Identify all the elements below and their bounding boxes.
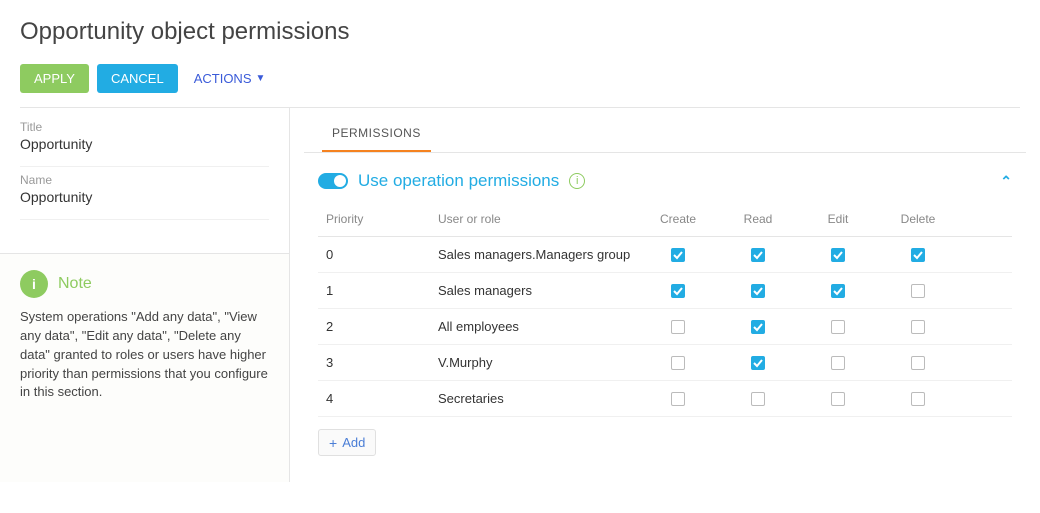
edit-checkbox[interactable] bbox=[831, 392, 845, 406]
actions-menu[interactable]: ACTIONS ▼ bbox=[186, 71, 274, 86]
col-create: Create bbox=[638, 212, 718, 226]
read-checkbox[interactable] bbox=[751, 248, 765, 262]
info-icon[interactable]: i bbox=[569, 173, 585, 189]
read-checkbox[interactable] bbox=[751, 320, 765, 334]
col-priority: Priority bbox=[318, 212, 438, 226]
user-cell: Secretaries bbox=[438, 391, 638, 406]
collapse-icon[interactable]: ⌃ bbox=[1000, 173, 1012, 190]
note-text: System operations "Add any data", "View … bbox=[20, 308, 269, 402]
user-cell: All employees bbox=[438, 319, 638, 334]
create-checkbox[interactable] bbox=[671, 248, 685, 262]
create-checkbox[interactable] bbox=[671, 392, 685, 406]
user-cell: Sales managers.Managers group bbox=[438, 247, 638, 262]
name-field-label: Name bbox=[20, 173, 269, 187]
apply-button[interactable]: APPLY bbox=[20, 64, 89, 93]
cancel-button[interactable]: CANCEL bbox=[97, 64, 178, 93]
table-row: 3V.Murphy bbox=[318, 345, 1012, 381]
title-field-label: Title bbox=[20, 120, 269, 134]
toolbar: APPLY CANCEL ACTIONS ▼ bbox=[20, 64, 1020, 108]
col-read: Read bbox=[718, 212, 798, 226]
actions-label: ACTIONS bbox=[194, 71, 252, 86]
priority-cell: 3 bbox=[318, 355, 438, 370]
col-user: User or role bbox=[438, 212, 638, 226]
edit-checkbox[interactable] bbox=[831, 248, 845, 262]
delete-checkbox[interactable] bbox=[911, 284, 925, 298]
edit-checkbox[interactable] bbox=[831, 284, 845, 298]
user-cell: V.Murphy bbox=[438, 355, 638, 370]
priority-cell: 1 bbox=[318, 283, 438, 298]
delete-checkbox[interactable] bbox=[911, 320, 925, 334]
read-checkbox[interactable] bbox=[751, 356, 765, 370]
table-row: 1Sales managers bbox=[318, 273, 1012, 309]
note-box: i Note System operations "Add any data",… bbox=[0, 254, 289, 482]
permissions-table: Priority User or role Create Read Edit D… bbox=[304, 201, 1026, 417]
use-operation-permissions-toggle[interactable] bbox=[318, 173, 348, 189]
read-checkbox[interactable] bbox=[751, 284, 765, 298]
user-cell: Sales managers bbox=[438, 283, 638, 298]
page-title: Opportunity object permissions bbox=[20, 18, 1020, 46]
edit-checkbox[interactable] bbox=[831, 320, 845, 334]
col-delete: Delete bbox=[878, 212, 958, 226]
table-header: Priority User or role Create Read Edit D… bbox=[318, 201, 1012, 237]
priority-cell: 4 bbox=[318, 391, 438, 406]
create-checkbox[interactable] bbox=[671, 320, 685, 334]
delete-checkbox[interactable] bbox=[911, 248, 925, 262]
delete-checkbox[interactable] bbox=[911, 392, 925, 406]
read-checkbox[interactable] bbox=[751, 392, 765, 406]
info-icon: i bbox=[20, 270, 48, 298]
plus-icon: + bbox=[329, 436, 337, 450]
caret-down-icon: ▼ bbox=[256, 73, 266, 84]
table-row: 4Secretaries bbox=[318, 381, 1012, 417]
priority-cell: 2 bbox=[318, 319, 438, 334]
title-field-value[interactable]: Opportunity bbox=[20, 136, 269, 152]
name-field-value[interactable]: Opportunity bbox=[20, 189, 269, 205]
add-button[interactable]: + Add bbox=[318, 429, 376, 456]
note-label: Note bbox=[58, 275, 92, 293]
create-checkbox[interactable] bbox=[671, 284, 685, 298]
table-row: 0Sales managers.Managers group bbox=[318, 237, 1012, 273]
tab-permissions[interactable]: PERMISSIONS bbox=[322, 114, 431, 152]
col-edit: Edit bbox=[798, 212, 878, 226]
table-row: 2All employees bbox=[318, 309, 1012, 345]
create-checkbox[interactable] bbox=[671, 356, 685, 370]
priority-cell: 0 bbox=[318, 247, 438, 262]
delete-checkbox[interactable] bbox=[911, 356, 925, 370]
add-label: Add bbox=[342, 435, 365, 450]
section-title: Use operation permissions bbox=[358, 171, 559, 191]
edit-checkbox[interactable] bbox=[831, 356, 845, 370]
